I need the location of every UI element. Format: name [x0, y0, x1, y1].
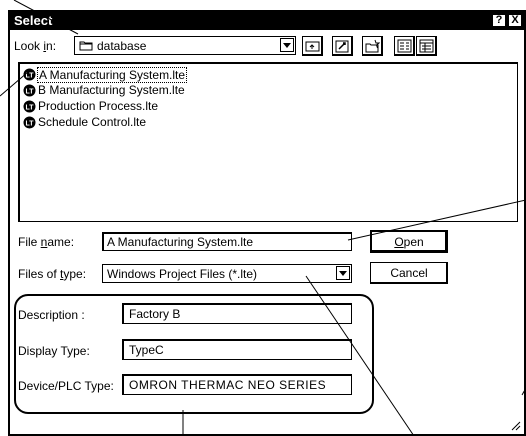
- chevron-down-icon[interactable]: [336, 266, 350, 280]
- device-plc-type-label: Device/PLC Type:: [18, 379, 114, 393]
- file-type-value: Windows Project Files (*.lte): [107, 267, 258, 281]
- close-button[interactable]: X: [508, 14, 522, 27]
- display-type-label: Display Type:: [18, 344, 90, 358]
- file-name: Schedule Control.lte: [38, 115, 147, 129]
- look-in-value: database: [97, 39, 147, 53]
- file-name: B Manufacturing System.lte: [38, 83, 185, 97]
- up-folder-button[interactable]: [302, 36, 323, 56]
- file-type-dropdown[interactable]: Windows Project Files (*.lte): [102, 264, 352, 283]
- edit-icon: [365, 39, 380, 53]
- description-field: Factory B: [122, 303, 352, 324]
- chevron-down-icon[interactable]: [280, 38, 294, 52]
- lt-file-icon: LT: [23, 116, 36, 129]
- details-view-button[interactable]: [416, 36, 437, 56]
- new-folder-button[interactable]: [332, 36, 353, 56]
- svg-text:LT: LT: [25, 121, 34, 128]
- list-view-icon: [397, 39, 412, 53]
- description-value: Factory B: [129, 307, 181, 321]
- look-in-label: Look in:: [14, 39, 57, 53]
- new-folder-icon: [335, 40, 349, 53]
- edit-button[interactable]: [362, 36, 383, 56]
- file-list[interactable]: LT A Manufacturing System.lte LT B Manuf…: [18, 62, 518, 222]
- file-name: Production Process.lte: [38, 99, 159, 113]
- file-type-label: Files of type:: [18, 267, 87, 281]
- description-label: Description :: [18, 308, 85, 322]
- svg-text:LT: LT: [25, 105, 34, 112]
- cancel-button[interactable]: Cancel: [370, 262, 448, 284]
- title-bar[interactable]: Select ? X: [10, 12, 524, 30]
- svg-text:LT: LT: [25, 89, 34, 96]
- folder-icon: [79, 41, 93, 51]
- dialog-title: Select: [14, 13, 53, 28]
- cancel-button-label: Cancel: [390, 266, 428, 280]
- look-in-dropdown[interactable]: database: [74, 36, 296, 55]
- display-type-field: TypeC: [122, 339, 352, 360]
- open-button[interactable]: Open: [370, 230, 448, 253]
- open-button-accel: O: [394, 235, 404, 249]
- file-name-value: A Manufacturing System.lte: [107, 235, 254, 249]
- resize-grip-icon[interactable]: [509, 419, 521, 431]
- svg-text:LT: LT: [25, 73, 34, 80]
- display-type-value: TypeC: [129, 343, 164, 357]
- file-name-input[interactable]: A Manufacturing System.lte: [102, 232, 352, 251]
- file-name: A Manufacturing System.lte: [37, 67, 188, 83]
- help-button[interactable]: ?: [492, 14, 506, 27]
- details-view-icon: [419, 39, 434, 53]
- select-dialog: Select ? X Look in: database LT A Manufa…: [8, 10, 526, 436]
- open-button-label: pen: [403, 235, 424, 249]
- lt-file-icon: LT: [23, 84, 36, 97]
- up-folder-icon: [305, 41, 320, 52]
- list-view-button[interactable]: [394, 36, 415, 56]
- file-name-label: File name:: [18, 235, 75, 249]
- device-plc-type-value: OMRON THERMAC NEO SERIES: [129, 378, 327, 392]
- lt-file-icon: LT: [23, 100, 36, 113]
- device-plc-type-field: OMRON THERMAC NEO SERIES: [122, 374, 352, 395]
- lt-file-icon: LT: [23, 68, 36, 81]
